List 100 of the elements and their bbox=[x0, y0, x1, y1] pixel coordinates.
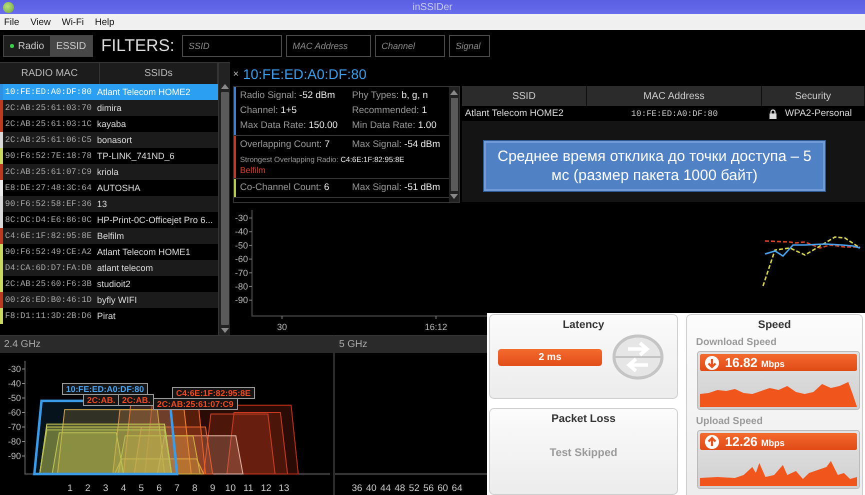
mac-address: 00:26:ED:B0:46:1D bbox=[4, 295, 93, 305]
mac-address: C4:6E:1F:82:95:8E bbox=[4, 231, 93, 241]
filter-field[interactable]: Signal bbox=[448, 35, 490, 57]
axis-tick-label: -50 bbox=[234, 240, 248, 250]
axis-tick-label: 16:12 bbox=[424, 322, 448, 332]
axis-tick-label: 30 bbox=[277, 322, 287, 332]
table-cell-text: Atlant Telecom HOME2 bbox=[464, 108, 565, 119]
close-button[interactable]: × bbox=[233, 68, 239, 80]
axis-tick-label: 64 bbox=[452, 483, 462, 494]
ssid-name: HP-Print-0C-Officejet Pro 6... bbox=[96, 215, 214, 225]
detail-field: Recommended: 1 bbox=[352, 104, 445, 117]
network-row[interactable]: C4:6E:1F:82:95:8E Belfilm bbox=[0, 228, 218, 244]
detail-field: Max Signal: -54 dBm bbox=[352, 138, 445, 151]
network-label: 10:FE:ED:A0:DF:80 bbox=[62, 383, 148, 395]
speed-label: Upload Speed bbox=[696, 416, 764, 427]
axis-tick-label: 36 bbox=[352, 483, 362, 494]
speed-value: 16.82 Mbps bbox=[725, 355, 785, 370]
axis-tick-label: -70 bbox=[8, 422, 21, 432]
axis-tick-label: -30 bbox=[8, 364, 21, 374]
security-type: WPA2-Personal bbox=[784, 108, 852, 119]
filters-label: FILTERS: bbox=[101, 36, 175, 56]
network-row[interactable]: 90:F6:52:49:CE:A2 Atlant Telecom HOME1 bbox=[0, 244, 218, 260]
axis-tick-label: 1 bbox=[67, 483, 73, 494]
ssid-name: 13 bbox=[96, 199, 108, 209]
mac-address: E8:DE:27:48:3C:64 bbox=[4, 183, 93, 193]
network-row[interactable]: 2C:AB:25:61:03:70 dimira bbox=[0, 100, 218, 116]
menu-item[interactable]: Help bbox=[94, 16, 114, 28]
filter-field[interactable]: Channel bbox=[374, 35, 445, 57]
network-row[interactable]: 90:F6:52:7E:18:78 TP-LINK_741ND_6 bbox=[0, 148, 218, 164]
card-title: Speed bbox=[758, 319, 791, 331]
network-label: C4:6E:1F:82:95:8E bbox=[172, 387, 255, 399]
strongest-radio-name: Belfilm bbox=[240, 165, 267, 175]
detail-field: Min Data Rate: 1.00 bbox=[352, 119, 445, 132]
menu-item[interactable]: File bbox=[4, 16, 20, 28]
network-row[interactable]: 2C:AB:25:61:06:C5 bonasort bbox=[0, 132, 218, 148]
axis-tick-label: 52 bbox=[408, 483, 420, 494]
ssid-name: Pirat bbox=[96, 311, 117, 321]
axis-tick-label: -70 bbox=[234, 268, 248, 278]
detail-field: Channel: 1+5 bbox=[240, 104, 352, 117]
filter-field[interactable]: MAC Address bbox=[286, 35, 371, 57]
axis-tick-label: 44 bbox=[380, 483, 391, 494]
speed-label: Download Speed bbox=[696, 337, 778, 348]
axis-tick-label: -80 bbox=[8, 436, 21, 446]
upload-arrow-icon bbox=[705, 434, 719, 448]
detail-field: Overlapping Count: 7 bbox=[240, 138, 352, 151]
mac-address: 2C:AB:25:61:03:70 bbox=[4, 103, 93, 113]
mac-address: 2C:AB:25:61:03:1C bbox=[4, 119, 93, 129]
filter-field[interactable]: SSID bbox=[182, 35, 282, 57]
transfer-arrows-icon bbox=[612, 334, 664, 380]
ssid-name: Atlant Telecom HOME2 bbox=[96, 87, 192, 97]
axis-tick-label: 4 bbox=[120, 483, 126, 494]
network-row[interactable]: D4:CA:6D:D7:FA:DB atlant telecom bbox=[0, 260, 218, 276]
network-row[interactable]: F8:D1:11:3D:2B:D6 Pirat bbox=[0, 308, 218, 324]
axis-tick-label: 11 bbox=[243, 483, 254, 494]
card-title: Latency bbox=[562, 319, 604, 331]
ssid-name: AUTOSHA bbox=[96, 183, 142, 193]
axis-tick-label: -50 bbox=[8, 393, 21, 403]
network-row[interactable]: 2C:AB:25:61:07:C9 kriola bbox=[0, 164, 218, 180]
lock-icon bbox=[769, 108, 777, 118]
axis-tick-label: 12 bbox=[260, 483, 272, 494]
axis-tick-label: -40 bbox=[234, 226, 248, 237]
axis-tick-label: 7 bbox=[174, 483, 180, 494]
axis-tick-label: 8 bbox=[192, 483, 198, 494]
network-row[interactable]: 90:F6:52:58:EF:36 13 bbox=[0, 196, 218, 212]
table-cell-text: 10:FE:ED:A0:DF:80 bbox=[630, 108, 719, 118]
mac-address: D4:CA:6D:D7:FA:DB bbox=[4, 263, 93, 273]
speed-value: 12.26 Mbps bbox=[725, 434, 785, 449]
ssid-name: kayaba bbox=[96, 119, 128, 129]
ssid-name: byfly WIFI bbox=[96, 295, 138, 305]
network-row[interactable]: 2C:AB:25:60:F6:3B studioit2 bbox=[0, 276, 218, 292]
axis-tick-label: 56 bbox=[423, 483, 434, 494]
axis-tick-label: 6 bbox=[156, 483, 162, 494]
mac-address: F8:D1:11:3D:2B:D6 bbox=[4, 311, 93, 321]
info-callout: Среднее время отклика до точки доступа – 5 мс (размер пакета 1000 байт) bbox=[484, 141, 825, 191]
mode-toggle[interactable]: ESSID bbox=[50, 36, 92, 56]
axis-tick-label: 60 bbox=[438, 483, 448, 494]
ssid-name: Atlant Telecom HOME1 bbox=[96, 247, 192, 257]
mac-address: 90:F6:52:49:CE:A2 bbox=[4, 247, 93, 257]
network-label: 2C:AB:25:61:07:C9 bbox=[153, 398, 238, 410]
ssid-name: bonasort bbox=[96, 135, 134, 145]
scrollbar[interactable] bbox=[449, 87, 459, 202]
detail-field: Phy Types: b, g, n bbox=[352, 89, 445, 102]
scrollbar[interactable] bbox=[218, 63, 230, 335]
network-label: 2C:AB. bbox=[83, 394, 120, 406]
detail-field: Radio Signal: -52 dBm bbox=[240, 89, 352, 102]
mode-toggle[interactable]: Radio bbox=[4, 36, 50, 56]
axis-tick-label: -90 bbox=[234, 295, 248, 306]
panel-header: 5 GHz bbox=[335, 336, 488, 353]
test-status: Test Skipped bbox=[550, 447, 618, 459]
axis-tick-label: 2 bbox=[85, 483, 90, 494]
network-row[interactable]: 8C:DC:D4:E6:86:0C HP-Print-0C-Officejet Pro 6... bbox=[0, 212, 218, 228]
axis-tick-label: -90 bbox=[8, 451, 21, 461]
ssid-name: kriola bbox=[96, 167, 120, 177]
network-row[interactable]: E8:DE:27:48:3C:64 AUTOSHA bbox=[0, 180, 218, 196]
network-row[interactable]: 2C:AB:25:61:03:1C kayaba bbox=[0, 116, 218, 132]
menu-item[interactable]: Wi-Fi bbox=[62, 16, 84, 28]
detail-field: Max Data Rate: 150.00 bbox=[240, 119, 352, 132]
menu-item[interactable]: View bbox=[30, 16, 51, 28]
axis-tick-label: 13 bbox=[278, 483, 290, 494]
network-row[interactable]: 00:26:ED:B0:46:1D byfly WIFI bbox=[0, 292, 218, 308]
